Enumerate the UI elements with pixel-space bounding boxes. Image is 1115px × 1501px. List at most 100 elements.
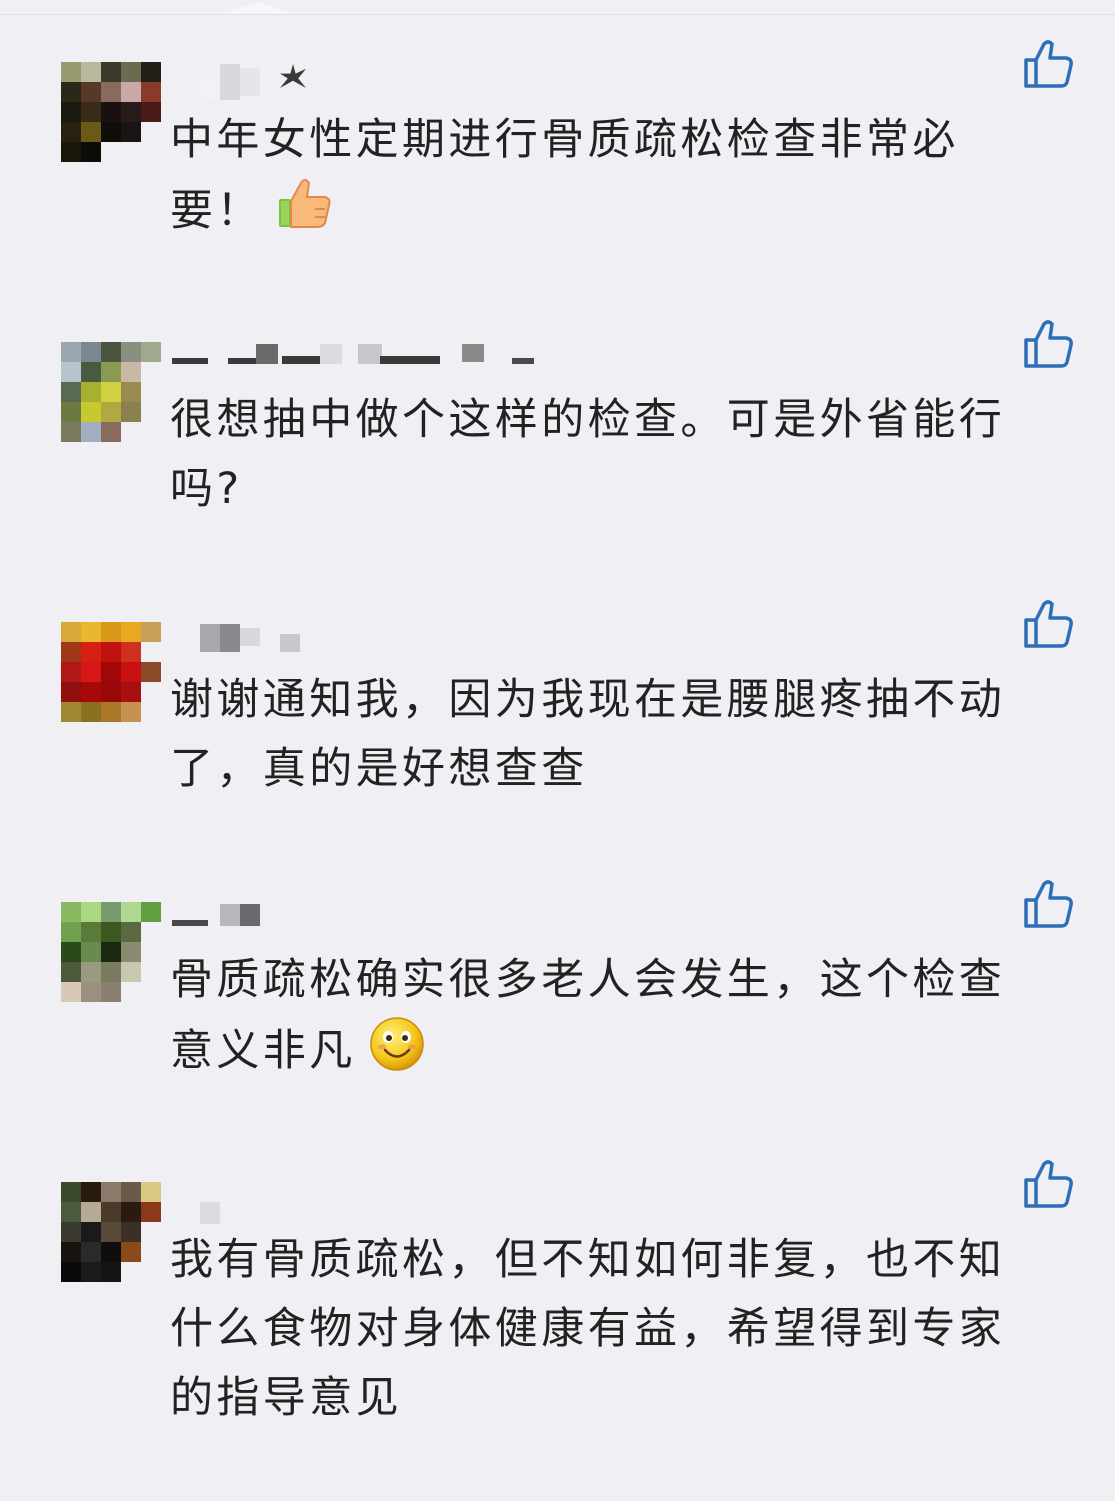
avatar-pixel	[101, 122, 121, 142]
avatar-pixel	[121, 382, 141, 402]
top-border	[0, 0, 1115, 15]
avatar-pixel	[141, 422, 161, 442]
avatar-pixel	[61, 702, 81, 722]
comment-text: 骨质疏松确实很多老人会发生，这个检查意义非凡	[170, 946, 1030, 1094]
avatar-pixel	[101, 962, 121, 982]
avatar-pixel	[101, 942, 121, 962]
avatar-pixel	[101, 682, 121, 702]
avatar-pixel	[121, 962, 141, 982]
avatar-pixel	[141, 122, 161, 142]
avatar-pixel	[61, 102, 81, 122]
like-icon[interactable]	[1022, 318, 1074, 370]
avatar-pixel	[121, 1202, 141, 1222]
like-icon[interactable]	[1022, 1158, 1074, 1210]
avatar-pixel	[61, 662, 81, 682]
nickname-pixelated	[172, 904, 592, 940]
avatar-pixel	[121, 942, 141, 962]
avatar[interactable]	[61, 342, 161, 442]
avatar-pixel	[61, 122, 81, 142]
avatar-pixel	[61, 1262, 81, 1282]
avatar-pixel	[101, 982, 121, 1002]
avatar-pixel	[141, 362, 161, 382]
avatar-pixel	[141, 402, 161, 422]
avatar-pixel	[141, 82, 161, 102]
avatar-pixel	[61, 1182, 81, 1202]
avatar-pixel	[101, 702, 121, 722]
avatar-pixel	[141, 682, 161, 702]
avatar-pixel	[61, 82, 81, 102]
avatar-pixel	[141, 702, 161, 722]
avatar-pixel	[81, 1202, 101, 1222]
avatar-pixel	[61, 1242, 81, 1262]
avatar-pixel	[81, 962, 101, 982]
avatar-pixel	[101, 622, 121, 642]
avatar-pixel	[141, 942, 161, 962]
avatar-pixel	[101, 402, 121, 422]
comment-text: 中年女性定期进行骨质疏松检查非常必要！	[170, 106, 1030, 254]
avatar-pixel	[121, 1242, 141, 1262]
avatar-pixel	[81, 942, 101, 962]
avatar-pixel	[101, 62, 121, 82]
avatar-pixel	[61, 902, 81, 922]
avatar-pixel	[81, 682, 101, 702]
smiley-emoji	[368, 1015, 426, 1094]
avatar-pixel	[101, 922, 121, 942]
avatar-pixel	[81, 382, 101, 402]
avatar-pixel	[61, 402, 81, 422]
avatar-pixel	[121, 422, 141, 442]
avatar-pixel	[141, 142, 161, 162]
avatar-pixel	[141, 1242, 161, 1262]
avatar[interactable]	[61, 622, 161, 722]
avatar-pixel	[141, 982, 161, 1002]
avatar-pixel	[81, 1262, 101, 1282]
avatar-pixel	[121, 702, 141, 722]
avatar-pixel	[141, 1222, 161, 1242]
avatar-pixel	[101, 362, 121, 382]
avatar[interactable]	[61, 902, 161, 1002]
avatar-pixel	[61, 642, 81, 662]
avatar-pixel	[81, 1182, 101, 1202]
avatar-pixel	[141, 102, 161, 122]
comment-text: 谢谢通知我，因为我现在是腰腿疼抽不动了，真的是好想查查	[170, 675, 1006, 794]
comment-text: 我有骨质疏松，但不知如何非复，也不知什么食物对身体健康有益，希望得到专家的指导意…	[170, 1235, 1006, 1423]
avatar-pixel	[81, 342, 101, 362]
avatar-pixel	[61, 682, 81, 702]
avatar-pixel	[141, 342, 161, 362]
avatar-pixel	[101, 142, 121, 162]
top-notch	[222, 2, 294, 14]
avatar-pixel	[61, 922, 81, 942]
avatar[interactable]	[61, 1182, 161, 1282]
avatar-pixel	[141, 902, 161, 922]
avatar-pixel	[61, 1222, 81, 1242]
avatar-pixel	[61, 362, 81, 382]
avatar-pixel	[101, 342, 121, 362]
avatar-pixel	[141, 642, 161, 662]
avatar-pixel	[81, 702, 101, 722]
avatar-pixel	[121, 662, 141, 682]
avatar-pixel	[141, 962, 161, 982]
avatar-pixel	[121, 1262, 141, 1282]
nickname-pixelated	[172, 344, 592, 380]
avatar-pixel	[101, 382, 121, 402]
avatar[interactable]	[61, 62, 161, 162]
avatar-pixel	[61, 1202, 81, 1222]
avatar-pixel	[141, 922, 161, 942]
avatar-pixel	[61, 342, 81, 362]
like-icon[interactable]	[1022, 598, 1074, 650]
avatar-pixel	[101, 1222, 121, 1242]
avatar-pixel	[61, 62, 81, 82]
avatar-pixel	[141, 1262, 161, 1282]
like-icon[interactable]	[1022, 878, 1074, 930]
avatar-pixel	[81, 402, 101, 422]
avatar-pixel	[61, 962, 81, 982]
avatar-pixel	[141, 622, 161, 642]
comment-text: 很想抽中做个这样的检查。可是外省能行吗?	[170, 395, 1006, 514]
nickname-pixelated	[172, 64, 592, 100]
avatar-pixel	[101, 82, 121, 102]
avatar-pixel	[121, 102, 141, 122]
avatar-pixel	[141, 1182, 161, 1202]
avatar-pixel	[101, 902, 121, 922]
avatar-pixel	[101, 422, 121, 442]
like-icon[interactable]	[1022, 38, 1074, 90]
thumbs-up-emoji	[275, 175, 333, 254]
